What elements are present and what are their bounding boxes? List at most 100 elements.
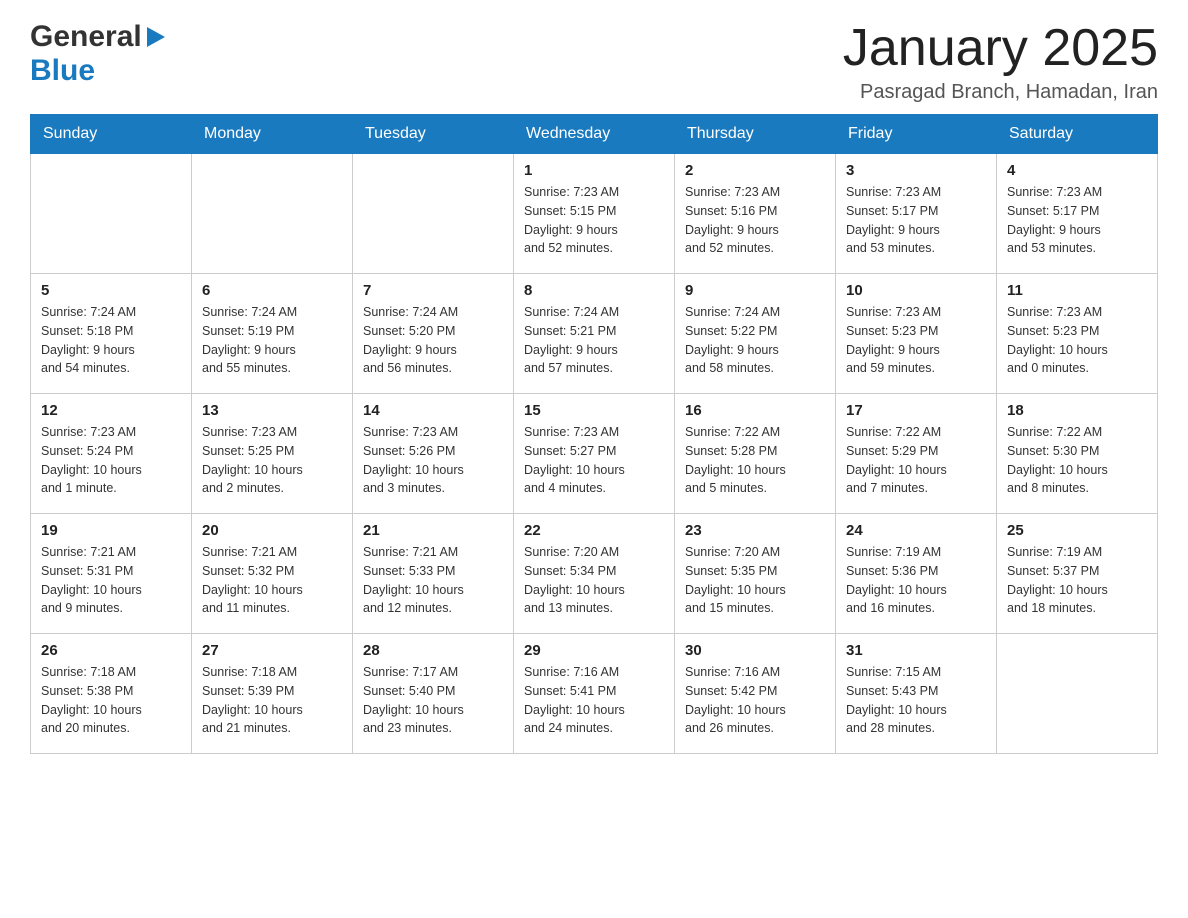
calendar-cell: 17 Sunrise: 7:22 AMSunset: 5:29 PMDayligh…: [836, 394, 997, 514]
day-info: Sunrise: 7:24 AMSunset: 5:22 PMDaylight:…: [685, 303, 825, 378]
day-info: Sunrise: 7:24 AMSunset: 5:18 PMDaylight:…: [41, 303, 181, 378]
day-number: 8: [524, 282, 664, 299]
day-info: Sunrise: 7:20 AMSunset: 5:34 PMDaylight:…: [524, 543, 664, 618]
day-number: 19: [41, 522, 181, 539]
day-number: 18: [1007, 402, 1147, 419]
calendar-cell: 9Sunrise: 7:24 AMSunset: 5:22 PMDaylight…: [675, 274, 836, 394]
calendar-cell: 22 Sunrise: 7:20 AMSunset: 5:34 PMDayligh…: [514, 514, 675, 634]
weekday-header-wednesday: Wednesday: [514, 115, 675, 154]
calendar-cell: 12 Sunrise: 7:23 AMSunset: 5:24 PMDayligh…: [31, 394, 192, 514]
day-number: 31: [846, 642, 986, 659]
calendar-cell: 4Sunrise: 7:23 AMSunset: 5:17 PMDaylight…: [997, 154, 1158, 274]
day-number: 13: [202, 402, 342, 419]
calendar-cell: [353, 154, 514, 274]
calendar-cell: [192, 154, 353, 274]
day-info: Sunrise: 7:23 AMSunset: 5:17 PMDaylight:…: [1007, 183, 1147, 258]
calendar-cell: 30Sunrise: 7:16 AMSunset: 5:42 PMDayligh…: [675, 634, 836, 754]
day-number: 16: [685, 402, 825, 419]
weekday-header-saturday: Saturday: [997, 115, 1158, 154]
day-info: Sunrise: 7:18 AMSunset: 5:39 PMDaylight:…: [202, 663, 342, 738]
day-info: Sunrise: 7:24 AMSunset: 5:19 PMDaylight:…: [202, 303, 342, 378]
calendar-cell: 20 Sunrise: 7:21 AMSunset: 5:32 PMDayligh…: [192, 514, 353, 634]
day-info: Sunrise: 7:24 AMSunset: 5:20 PMDaylight:…: [363, 303, 503, 378]
calendar-cell: 31 Sunrise: 7:15 AMSunset: 5:43 PMDayligh…: [836, 634, 997, 754]
day-info: Sunrise: 7:19 AMSunset: 5:37 PMDaylight:…: [1007, 543, 1147, 618]
day-info: Sunrise: 7:23 AMSunset: 5:24 PMDaylight:…: [41, 423, 181, 498]
calendar-week-row: 12 Sunrise: 7:23 AMSunset: 5:24 PMDayligh…: [31, 394, 1158, 514]
calendar-cell: 15 Sunrise: 7:23 AMSunset: 5:27 PMDayligh…: [514, 394, 675, 514]
calendar-table: SundayMondayTuesdayWednesdayThursdayFrid…: [30, 114, 1158, 754]
day-number: 26: [41, 642, 181, 659]
day-info: Sunrise: 7:16 AMSunset: 5:41 PMDaylight:…: [524, 663, 664, 738]
day-info: Sunrise: 7:21 AMSunset: 5:31 PMDaylight:…: [41, 543, 181, 618]
page-header: General Blue January 2025 Pasragad Branc…: [30, 20, 1158, 104]
day-number: 28: [363, 642, 503, 659]
weekday-header-thursday: Thursday: [675, 115, 836, 154]
calendar-cell: 29 Sunrise: 7:16 AMSunset: 5:41 PMDayligh…: [514, 634, 675, 754]
day-info: Sunrise: 7:22 AMSunset: 5:29 PMDaylight:…: [846, 423, 986, 498]
calendar-header-row: SundayMondayTuesdayWednesdayThursdayFrid…: [31, 115, 1158, 154]
day-number: 6: [202, 282, 342, 299]
day-info: Sunrise: 7:15 AMSunset: 5:43 PMDaylight:…: [846, 663, 986, 738]
calendar-cell: 11Sunrise: 7:23 AMSunset: 5:23 PMDayligh…: [997, 274, 1158, 394]
day-info: Sunrise: 7:23 AMSunset: 5:25 PMDaylight:…: [202, 423, 342, 498]
logo-triangle-icon: [144, 23, 165, 52]
day-number: 11: [1007, 282, 1147, 299]
calendar-cell: 5 Sunrise: 7:24 AMSunset: 5:18 PMDaylight…: [31, 274, 192, 394]
day-number: 30: [685, 642, 825, 659]
day-info: Sunrise: 7:23 AMSunset: 5:26 PMDaylight:…: [363, 423, 503, 498]
day-number: 10: [846, 282, 986, 299]
day-number: 5: [41, 282, 181, 299]
logo-blue: Blue: [30, 54, 95, 87]
calendar-cell: 14 Sunrise: 7:23 AMSunset: 5:26 PMDayligh…: [353, 394, 514, 514]
calendar-week-row: 1 Sunrise: 7:23 AMSunset: 5:15 PMDaylight…: [31, 154, 1158, 274]
calendar-cell: 1 Sunrise: 7:23 AMSunset: 5:15 PMDaylight…: [514, 154, 675, 274]
day-number: 25: [1007, 522, 1147, 539]
calendar-cell: 13 Sunrise: 7:23 AMSunset: 5:25 PMDayligh…: [192, 394, 353, 514]
day-info: Sunrise: 7:17 AMSunset: 5:40 PMDaylight:…: [363, 663, 503, 738]
day-number: 29: [524, 642, 664, 659]
subtitle: Pasragad Branch, Hamadan, Iran: [843, 81, 1158, 104]
calendar-cell: [31, 154, 192, 274]
day-info: Sunrise: 7:20 AMSunset: 5:35 PMDaylight:…: [685, 543, 825, 618]
day-info: Sunrise: 7:22 AMSunset: 5:30 PMDaylight:…: [1007, 423, 1147, 498]
calendar-cell: 16Sunrise: 7:22 AMSunset: 5:28 PMDayligh…: [675, 394, 836, 514]
day-number: 21: [363, 522, 503, 539]
day-number: 23: [685, 522, 825, 539]
calendar-cell: 7 Sunrise: 7:24 AMSunset: 5:20 PMDaylight…: [353, 274, 514, 394]
day-info: Sunrise: 7:24 AMSunset: 5:21 PMDaylight:…: [524, 303, 664, 378]
day-number: 22: [524, 522, 664, 539]
calendar-cell: 23 Sunrise: 7:20 AMSunset: 5:35 PMDayligh…: [675, 514, 836, 634]
calendar-cell: 18 Sunrise: 7:22 AMSunset: 5:30 PMDayligh…: [997, 394, 1158, 514]
calendar-cell: 10Sunrise: 7:23 AMSunset: 5:23 PMDayligh…: [836, 274, 997, 394]
day-number: 17: [846, 402, 986, 419]
calendar-cell: 3 Sunrise: 7:23 AMSunset: 5:17 PMDaylight…: [836, 154, 997, 274]
day-number: 14: [363, 402, 503, 419]
day-number: 12: [41, 402, 181, 419]
day-info: Sunrise: 7:19 AMSunset: 5:36 PMDaylight:…: [846, 543, 986, 618]
weekday-header-friday: Friday: [836, 115, 997, 154]
day-info: Sunrise: 7:23 AMSunset: 5:17 PMDaylight:…: [846, 183, 986, 258]
day-info: Sunrise: 7:21 AMSunset: 5:33 PMDaylight:…: [363, 543, 503, 618]
day-info: Sunrise: 7:23 AMSunset: 5:15 PMDaylight:…: [524, 183, 664, 258]
day-number: 1: [524, 162, 664, 179]
day-number: 2: [685, 162, 825, 179]
day-info: Sunrise: 7:21 AMSunset: 5:32 PMDaylight:…: [202, 543, 342, 618]
weekday-header-monday: Monday: [192, 115, 353, 154]
weekday-header-tuesday: Tuesday: [353, 115, 514, 154]
month-title: January 2025: [843, 20, 1158, 77]
calendar-cell: 26Sunrise: 7:18 AMSunset: 5:38 PMDayligh…: [31, 634, 192, 754]
day-number: 3: [846, 162, 986, 179]
calendar-week-row: 26Sunrise: 7:18 AMSunset: 5:38 PMDayligh…: [31, 634, 1158, 754]
calendar-cell: 21 Sunrise: 7:21 AMSunset: 5:33 PMDayligh…: [353, 514, 514, 634]
day-number: 27: [202, 642, 342, 659]
logo: General Blue: [30, 20, 165, 88]
day-info: Sunrise: 7:23 AMSunset: 5:27 PMDaylight:…: [524, 423, 664, 498]
calendar-cell: 28 Sunrise: 7:17 AMSunset: 5:40 PMDayligh…: [353, 634, 514, 754]
day-number: 20: [202, 522, 342, 539]
weekday-header-sunday: Sunday: [31, 115, 192, 154]
day-number: 7: [363, 282, 503, 299]
calendar-cell: 24Sunrise: 7:19 AMSunset: 5:36 PMDayligh…: [836, 514, 997, 634]
day-number: 15: [524, 402, 664, 419]
calendar-cell: 8 Sunrise: 7:24 AMSunset: 5:21 PMDaylight…: [514, 274, 675, 394]
